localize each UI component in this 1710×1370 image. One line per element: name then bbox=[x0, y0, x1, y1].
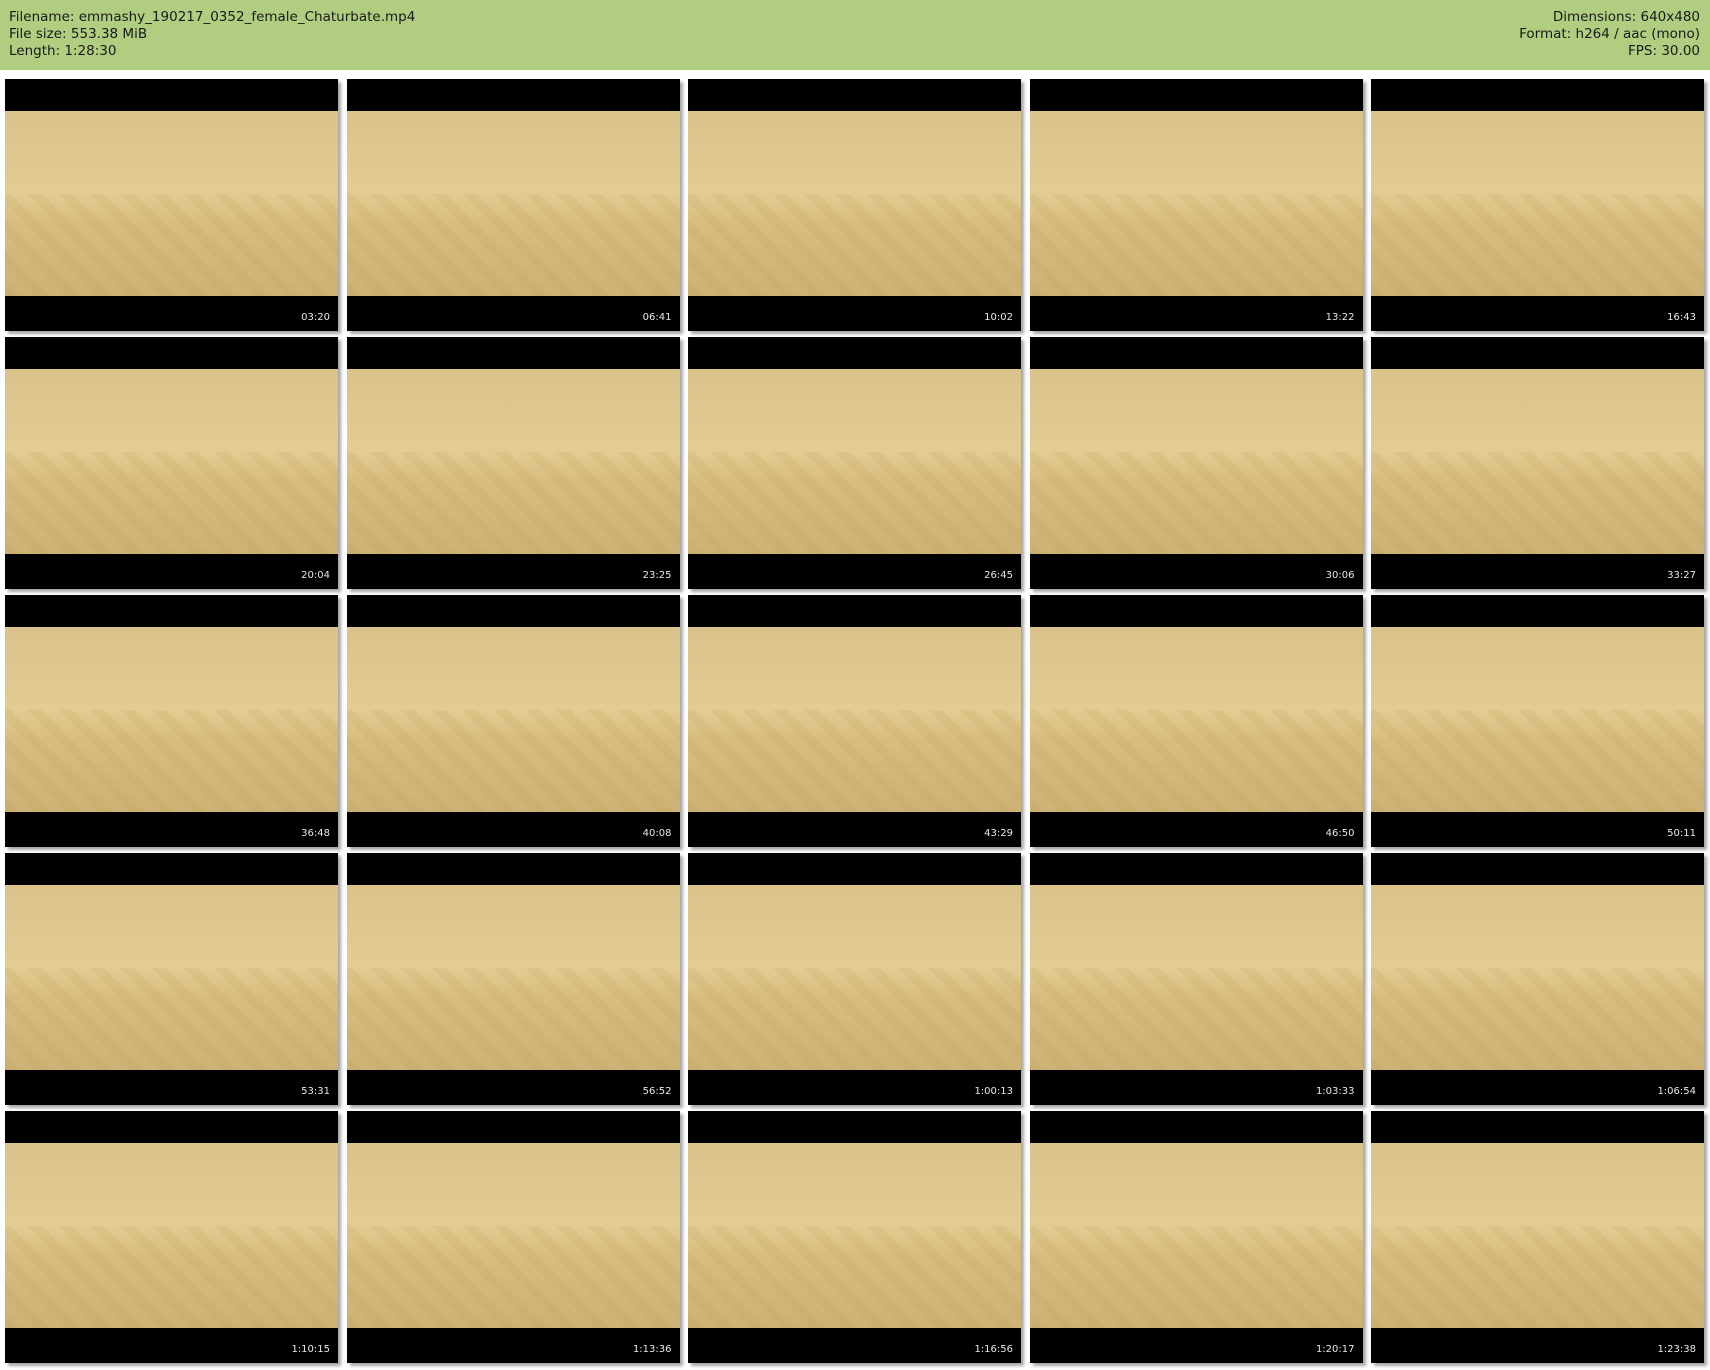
filename: Filename: emmashy_190217_0352_female_Cha… bbox=[9, 9, 416, 25]
thumbnail[interactable]: 1:10:15 bbox=[5, 1111, 338, 1363]
video-frame bbox=[688, 885, 1021, 1070]
video-frame bbox=[1371, 111, 1704, 296]
thumbnail-grid: 03:20 06:41 10:02 13:22 16:43 20:04 23:25 26:45… bbox=[5, 79, 1704, 1363]
file-size: File size: 553.38 MiB bbox=[9, 26, 148, 42]
video-frame bbox=[688, 627, 1021, 812]
video-frame bbox=[1371, 369, 1704, 554]
timestamp: 36:48 bbox=[301, 828, 330, 839]
video-frame bbox=[1029, 1143, 1363, 1328]
thumbnail[interactable]: 33:27 bbox=[1371, 337, 1704, 589]
timestamp: 50:11 bbox=[1667, 828, 1696, 839]
timestamp: 16:43 bbox=[1667, 312, 1696, 323]
thumbnail[interactable]: 40:08 bbox=[346, 595, 680, 847]
timestamp: 40:08 bbox=[642, 828, 672, 839]
timestamp: 06:41 bbox=[642, 312, 672, 323]
timestamp: 23:25 bbox=[642, 570, 672, 581]
thumbnail[interactable]: 1:16:56 bbox=[688, 1111, 1021, 1363]
video-frame bbox=[1029, 369, 1363, 554]
video-frame bbox=[1371, 1143, 1704, 1328]
video-frame bbox=[5, 1143, 338, 1328]
thumbnail[interactable]: 53:31 bbox=[5, 853, 338, 1105]
timestamp: 1:23:38 bbox=[1657, 1344, 1696, 1355]
dimensions: Dimensions: 640x480 bbox=[1552, 9, 1700, 25]
video-frame bbox=[346, 1143, 680, 1328]
video-frame bbox=[346, 627, 680, 812]
video-frame bbox=[1371, 627, 1704, 812]
thumbnail[interactable]: 1:03:33 bbox=[1029, 853, 1363, 1105]
timestamp: 1:06:54 bbox=[1657, 1086, 1696, 1097]
timestamp: 1:13:36 bbox=[632, 1344, 672, 1355]
thumbnail[interactable]: 1:23:38 bbox=[1371, 1111, 1704, 1363]
video-frame bbox=[5, 369, 338, 554]
timestamp: 1:10:15 bbox=[291, 1344, 330, 1355]
timestamp: 03:20 bbox=[301, 312, 330, 323]
thumbnail[interactable]: 06:41 bbox=[346, 79, 680, 331]
thumbnail[interactable]: 20:04 bbox=[5, 337, 338, 589]
fps: FPS: 30.00 bbox=[1628, 43, 1700, 59]
thumbnail[interactable]: 50:11 bbox=[1371, 595, 1704, 847]
thumbnail[interactable]: 03:20 bbox=[5, 79, 338, 331]
timestamp: 43:29 bbox=[984, 828, 1013, 839]
timestamp: 33:27 bbox=[1667, 570, 1696, 581]
video-frame bbox=[346, 885, 680, 1070]
timestamp: 1:03:33 bbox=[1315, 1086, 1355, 1097]
video-frame bbox=[688, 1143, 1021, 1328]
thumbnail[interactable]: 13:22 bbox=[1029, 79, 1363, 331]
thumbnail[interactable]: 26:45 bbox=[688, 337, 1021, 589]
timestamp: 1:00:13 bbox=[974, 1086, 1013, 1097]
thumbnail[interactable]: 10:02 bbox=[688, 79, 1021, 331]
thumbnail[interactable]: 36:48 bbox=[5, 595, 338, 847]
video-frame bbox=[5, 111, 338, 296]
video-frame bbox=[1029, 111, 1363, 296]
video-frame bbox=[1029, 885, 1363, 1070]
info-header: Filename: emmashy_190217_0352_female_Cha… bbox=[0, 0, 1710, 70]
file-info-right: Dimensions: 640x480 Format: h264 / aac (… bbox=[1519, 9, 1700, 60]
timestamp: 1:16:56 bbox=[974, 1344, 1013, 1355]
timestamp: 10:02 bbox=[984, 312, 1013, 323]
timestamp: 1:20:17 bbox=[1315, 1344, 1355, 1355]
thumbnail[interactable]: 1:00:13 bbox=[688, 853, 1021, 1105]
timestamp: 26:45 bbox=[984, 570, 1013, 581]
video-frame bbox=[5, 885, 338, 1070]
thumbnail[interactable]: 30:06 bbox=[1029, 337, 1363, 589]
thumbnail[interactable]: 16:43 bbox=[1371, 79, 1704, 331]
video-frame bbox=[5, 627, 338, 812]
thumbnail[interactable]: 56:52 bbox=[346, 853, 680, 1105]
video-frame bbox=[1029, 627, 1363, 812]
timestamp: 30:06 bbox=[1325, 570, 1355, 581]
timestamp: 46:50 bbox=[1325, 828, 1355, 839]
timestamp: 20:04 bbox=[301, 570, 330, 581]
thumbnail[interactable]: 23:25 bbox=[346, 337, 680, 589]
video-frame bbox=[346, 111, 680, 296]
thumbnail[interactable]: 43:29 bbox=[688, 595, 1021, 847]
video-frame bbox=[688, 111, 1021, 296]
timestamp: 53:31 bbox=[301, 1086, 330, 1097]
video-frame bbox=[346, 369, 680, 554]
format: Format: h264 / aac (mono) bbox=[1519, 26, 1700, 42]
thumbnail[interactable]: 1:20:17 bbox=[1029, 1111, 1363, 1363]
video-frame bbox=[688, 369, 1021, 554]
timestamp: 13:22 bbox=[1325, 312, 1355, 323]
file-info-left: Filename: emmashy_190217_0352_female_Cha… bbox=[9, 9, 415, 60]
length: Length: 1:28:30 bbox=[9, 43, 117, 59]
video-frame bbox=[1371, 885, 1704, 1070]
thumbnail[interactable]: 1:06:54 bbox=[1371, 853, 1704, 1105]
thumbnail[interactable]: 46:50 bbox=[1029, 595, 1363, 847]
thumbnail[interactable]: 1:13:36 bbox=[346, 1111, 680, 1363]
timestamp: 56:52 bbox=[642, 1086, 672, 1097]
